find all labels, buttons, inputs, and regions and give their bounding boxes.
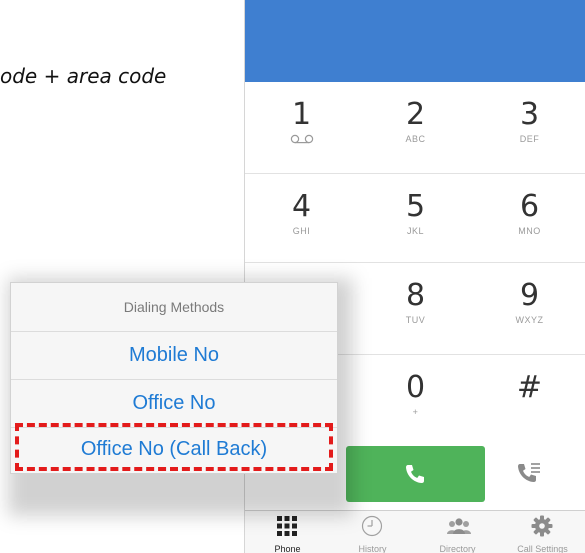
contacts-icon (447, 518, 471, 534)
tab-phone[interactable]: Phone (245, 511, 330, 553)
key-letters: TUV (405, 315, 426, 325)
key-2[interactable]: 2 ABC (359, 82, 472, 170)
key-hash[interactable]: # (473, 355, 585, 443)
highlight-annotation (15, 423, 333, 471)
mobile-no-option[interactable]: Mobile No (11, 332, 337, 380)
key-0[interactable]: 0 + (359, 355, 472, 443)
key-letters: GHI (292, 226, 311, 236)
key-6[interactable]: 6 MNO (473, 174, 585, 262)
key-digit: 5 (405, 189, 426, 224)
tab-call-settings[interactable]: Call Settings (500, 511, 585, 553)
tab-history[interactable]: History (330, 511, 415, 553)
key-digit: 1 (291, 97, 312, 132)
key-digit: 2 (405, 97, 426, 132)
key-8[interactable]: 8 TUV (359, 263, 472, 351)
tab-directory[interactable]: Directory (415, 511, 500, 553)
number-display-bar (245, 0, 585, 82)
key-4[interactable]: 4 GHI (245, 174, 358, 262)
key-3[interactable]: 3 DEF (473, 82, 585, 170)
key-digit: 0 (405, 370, 426, 405)
key-letters: JKL (406, 226, 424, 236)
voicemail-icon (290, 134, 313, 144)
gear-icon (531, 515, 553, 537)
phone-handset-icon (406, 465, 424, 483)
office-no-option[interactable]: Office No (11, 380, 337, 428)
key-letters: WXYZ (515, 315, 544, 325)
key-digit: 6 (519, 189, 540, 224)
tab-label: Call Settings (517, 544, 568, 553)
key-letters: + (412, 407, 419, 417)
key-letters: MNO (518, 226, 541, 236)
tab-label: Phone (274, 544, 301, 553)
tab-label: History (358, 544, 387, 553)
key-digit: 4 (291, 189, 312, 224)
key-5[interactable]: 5 JKL (359, 174, 472, 262)
key-letters: ABC (405, 134, 426, 144)
call-transfer-icon[interactable] (515, 459, 543, 487)
key-letters: DEF (519, 134, 540, 144)
key-9[interactable]: 9 WXYZ (473, 263, 585, 351)
bottom-tab-bar: Phone History Directory Call Settings (245, 510, 585, 553)
key-digit: 9 (519, 278, 540, 313)
key-digit: 8 (405, 278, 426, 313)
key-digit: 3 (519, 97, 540, 132)
caption-text: ode + area code (0, 64, 167, 88)
key-digit: # (516, 370, 543, 405)
call-button[interactable] (346, 446, 485, 502)
clock-icon (361, 515, 383, 537)
instruction-caption: ode + area code (0, 64, 230, 88)
popup-title: Dialing Methods (11, 283, 337, 332)
keypad-grid-icon (277, 516, 297, 536)
tab-label: Directory (439, 544, 476, 553)
key-1[interactable]: 1 (245, 82, 358, 170)
